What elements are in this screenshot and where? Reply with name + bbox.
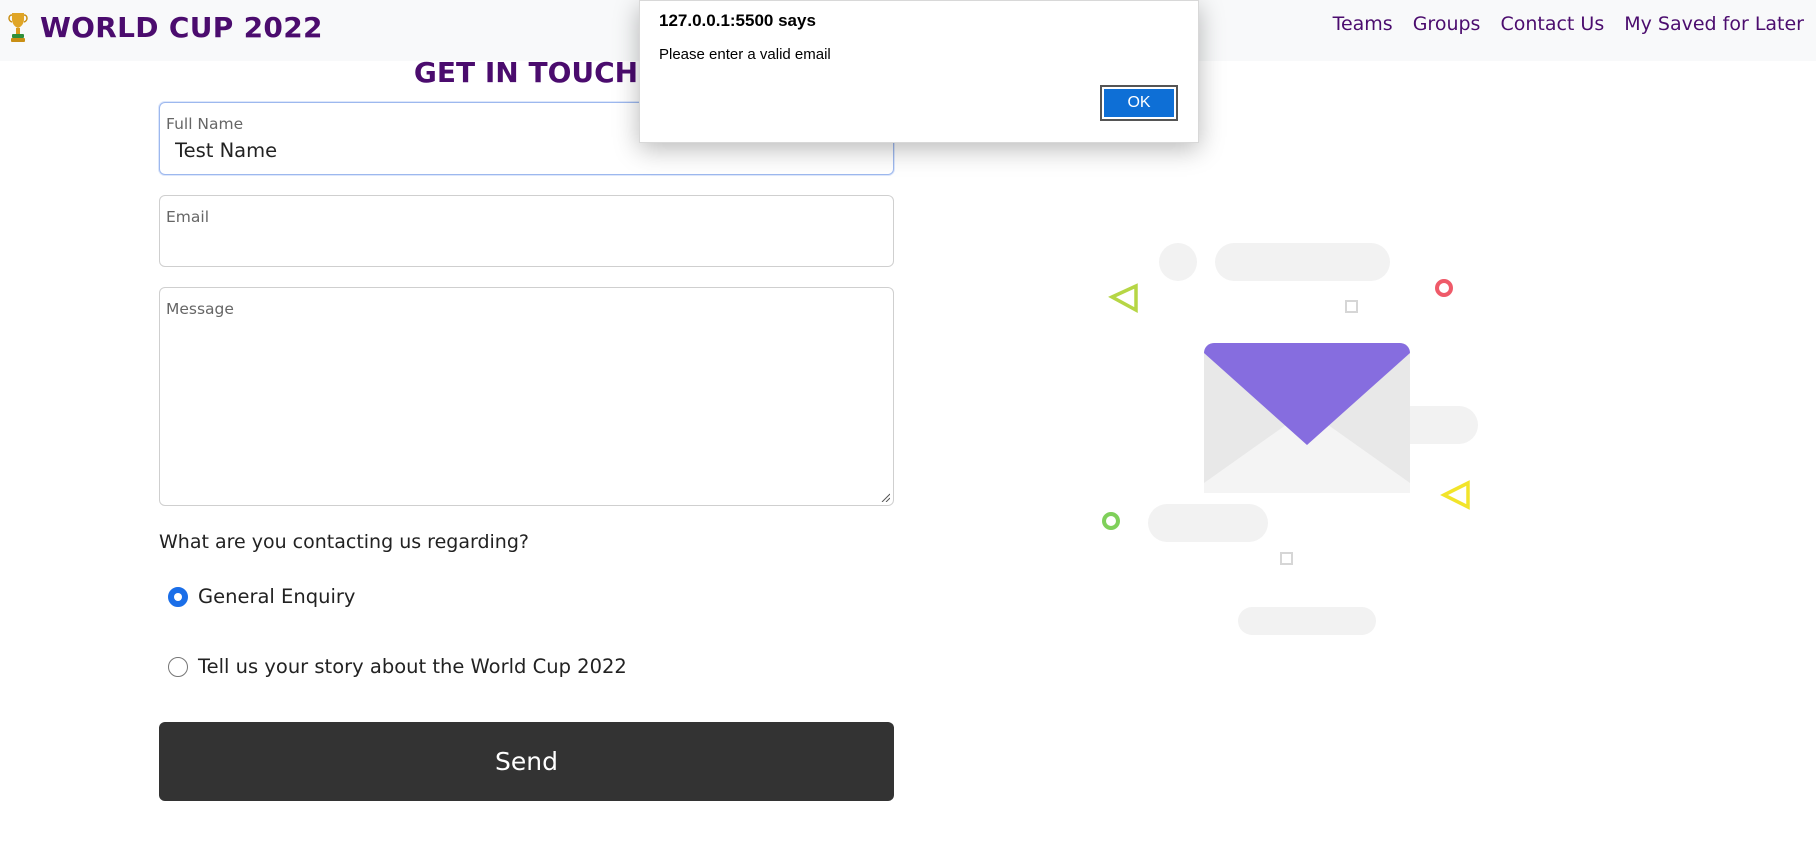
- nav-link-contact-us[interactable]: Contact Us: [1500, 13, 1604, 35]
- nav-link-groups[interactable]: Groups: [1413, 13, 1481, 35]
- radio-label: Tell us your story about the World Cup 2…: [198, 655, 627, 678]
- brand-title: WORLD CUP 2022: [40, 10, 323, 44]
- envelope-illustration: [1102, 243, 1478, 635]
- resize-grip-icon[interactable]: [880, 492, 890, 502]
- email-label: Email: [166, 208, 210, 226]
- dialog-title: 127.0.0.1:5500 says: [659, 11, 816, 30]
- full-name-label: Full Name: [166, 115, 244, 133]
- trophy-icon: [8, 13, 28, 42]
- nav-link-saved-for-later[interactable]: My Saved for Later: [1624, 13, 1804, 35]
- dialog-message: Please enter a valid email: [659, 46, 831, 63]
- radio-world-cup-story[interactable]: Tell us your story about the World Cup 2…: [168, 655, 627, 678]
- ok-button[interactable]: OK: [1100, 85, 1178, 121]
- envelope-icon: [1204, 343, 1410, 493]
- contact-reason-question: What are you contacting us regarding?: [159, 531, 529, 553]
- send-button[interactable]: Send: [159, 722, 894, 801]
- message-field[interactable]: Message: [159, 287, 894, 506]
- radio-label: General Enquiry: [198, 585, 356, 608]
- nav-links: Teams Groups Contact Us My Saved for Lat…: [1333, 13, 1804, 35]
- alert-dialog: 127.0.0.1:5500 says Please enter a valid…: [639, 0, 1199, 143]
- brand[interactable]: WORLD CUP 2022: [6, 10, 323, 44]
- email-input[interactable]: [175, 232, 875, 255]
- radio-general-enquiry[interactable]: General Enquiry: [168, 585, 355, 608]
- nav-link-teams[interactable]: Teams: [1333, 13, 1393, 35]
- message-textarea[interactable]: [166, 324, 884, 464]
- radio-button-checked[interactable]: [168, 586, 188, 607]
- email-field[interactable]: Email: [159, 195, 894, 267]
- radio-button[interactable]: [168, 656, 188, 677]
- message-label: Message: [166, 300, 234, 318]
